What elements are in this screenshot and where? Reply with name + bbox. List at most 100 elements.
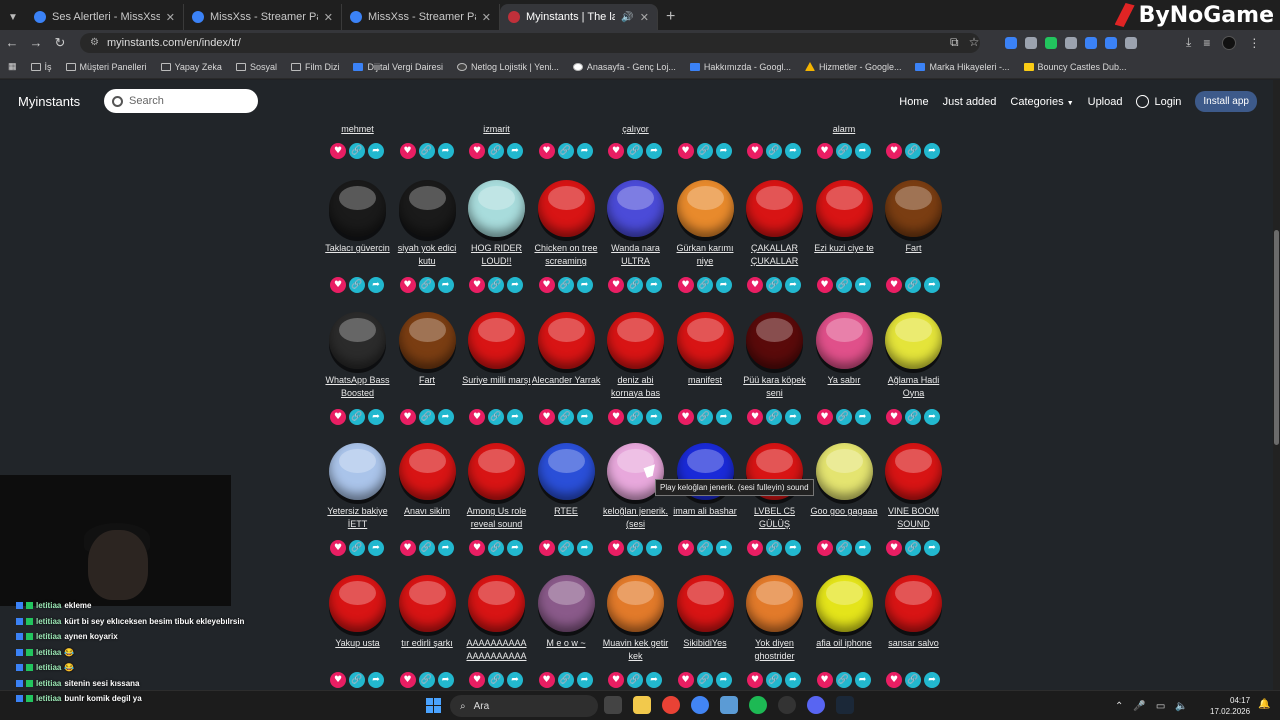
microphone-icon[interactable]: 🎤 bbox=[1133, 701, 1145, 712]
notification-bell-icon[interactable]: 🔔 bbox=[1258, 699, 1270, 710]
instant-title[interactable]: mehmet bbox=[323, 123, 392, 136]
share-icon[interactable]: ➦ bbox=[507, 143, 523, 159]
link-icon[interactable]: 🔗 bbox=[349, 143, 365, 159]
heart-icon[interactable]: ♥ bbox=[886, 408, 902, 425]
heart-icon[interactable]: ♥ bbox=[538, 671, 555, 688]
play-sound-button[interactable] bbox=[468, 574, 525, 632]
bookmark-folder-musteri[interactable]: Müşteri Panelleri bbox=[65, 62, 147, 72]
share-icon[interactable]: ➦ bbox=[368, 540, 384, 556]
play-sound-button[interactable] bbox=[537, 311, 595, 369]
play-sound-button[interactable] bbox=[329, 180, 386, 237]
instant-title[interactable]: Anavı sikim bbox=[393, 505, 462, 531]
menu-icon[interactable]: ⋮ bbox=[1248, 36, 1260, 50]
share-icon[interactable]: ➦ bbox=[646, 143, 662, 159]
nav-login[interactable]: Login bbox=[1136, 95, 1181, 108]
install-icon[interactable]: ⧉ bbox=[950, 35, 959, 50]
download-icon[interactable]: ⤓ bbox=[1186, 35, 1191, 50]
play-sound-button[interactable] bbox=[607, 311, 664, 369]
share-icon[interactable]: ➦ bbox=[368, 408, 384, 425]
search-input[interactable] bbox=[129, 95, 249, 107]
link-icon[interactable]: 🔗 bbox=[835, 408, 852, 425]
share-icon[interactable]: ➦ bbox=[437, 671, 454, 688]
instant-title[interactable]: manifest bbox=[671, 374, 740, 400]
steam-icon[interactable] bbox=[836, 696, 854, 714]
play-sound-button[interactable] bbox=[329, 443, 386, 500]
new-tab-button[interactable]: + bbox=[658, 4, 683, 30]
instant-title[interactable]: deniz abi kornaya bas bbox=[601, 374, 670, 400]
speaker-icon[interactable]: 🔊 bbox=[621, 12, 633, 23]
heart-icon[interactable]: ♥ bbox=[469, 143, 485, 159]
share-icon[interactable]: ➦ bbox=[646, 408, 662, 425]
extension-icon[interactable] bbox=[1085, 36, 1097, 49]
heart-icon[interactable]: ♥ bbox=[677, 277, 694, 293]
bookmark-netlog[interactable]: Netlog Lojistik | Yeni... bbox=[456, 62, 559, 72]
share-icon[interactable]: ➦ bbox=[507, 671, 523, 688]
chevron-up-icon[interactable]: ⌃ bbox=[1115, 701, 1123, 712]
bookmark-vergi[interactable]: Dijital Vergi Dairesi bbox=[353, 62, 443, 72]
extension-icon[interactable] bbox=[1025, 36, 1037, 49]
page-scrollbar[interactable] bbox=[1273, 80, 1280, 690]
instant-title[interactable] bbox=[879, 123, 948, 136]
share-icon[interactable]: ➦ bbox=[507, 540, 523, 556]
app-icon[interactable] bbox=[720, 696, 738, 714]
bookmark-hizmetler[interactable]: Hizmetler - Google... bbox=[804, 62, 901, 72]
instant-title[interactable]: Among Us role reveal sound bbox=[462, 505, 531, 531]
play-sound-button[interactable] bbox=[676, 180, 734, 237]
profile-avatar[interactable] bbox=[1222, 35, 1237, 50]
bookmark-bouncy[interactable]: Bouncy Castles Dub... bbox=[1023, 62, 1127, 72]
instant-title[interactable] bbox=[532, 123, 601, 136]
share-icon[interactable]: ➦ bbox=[715, 408, 732, 425]
discord-icon[interactable] bbox=[807, 696, 825, 714]
share-icon[interactable]: ➦ bbox=[854, 408, 871, 425]
play-sound-button[interactable] bbox=[537, 443, 595, 500]
nav-upload[interactable]: Upload bbox=[1088, 96, 1123, 108]
bookmark-folder-sosyal[interactable]: Sosyal bbox=[235, 62, 277, 72]
link-icon[interactable]: 🔗 bbox=[488, 143, 504, 159]
share-icon[interactable]: ➦ bbox=[437, 540, 454, 556]
heart-icon[interactable]: ♥ bbox=[747, 540, 763, 556]
heart-icon[interactable]: ♥ bbox=[747, 671, 763, 688]
share-icon[interactable]: ➦ bbox=[646, 671, 662, 688]
play-sound-button[interactable] bbox=[815, 311, 873, 369]
instant-title[interactable]: çalıyor bbox=[601, 123, 670, 136]
heart-icon[interactable]: ♥ bbox=[399, 408, 416, 425]
heart-icon[interactable]: ♥ bbox=[608, 143, 624, 159]
link-icon[interactable]: 🔗 bbox=[627, 540, 643, 556]
heart-icon[interactable]: ♥ bbox=[747, 408, 763, 425]
link-icon[interactable]: 🔗 bbox=[349, 671, 365, 688]
link-icon[interactable]: 🔗 bbox=[349, 277, 365, 293]
bookmark-anasayfa[interactable]: Anasayfa - Genç Loj... bbox=[572, 62, 676, 72]
instant-title[interactable]: M e o w ~ bbox=[532, 637, 601, 663]
instant-title[interactable]: alarm bbox=[810, 123, 879, 136]
share-icon[interactable]: ➦ bbox=[924, 671, 940, 688]
instant-title[interactable] bbox=[671, 123, 740, 136]
link-icon[interactable]: 🔗 bbox=[557, 540, 574, 556]
share-icon[interactable]: ➦ bbox=[368, 143, 384, 159]
apps-grid-icon[interactable]: ▦ bbox=[8, 61, 17, 72]
instant-title[interactable]: Ya sabır bbox=[810, 374, 879, 400]
share-icon[interactable]: ➦ bbox=[924, 540, 940, 556]
heart-icon[interactable]: ♥ bbox=[469, 408, 485, 425]
share-icon[interactable]: ➦ bbox=[437, 408, 454, 425]
extension-icon[interactable] bbox=[1065, 36, 1077, 49]
link-icon[interactable]: 🔗 bbox=[835, 540, 852, 556]
link-icon[interactable]: 🔗 bbox=[349, 540, 365, 556]
instant-title[interactable]: imam ali bashar bbox=[671, 505, 740, 531]
share-icon[interactable]: ➦ bbox=[854, 540, 871, 556]
share-icon[interactable]: ➦ bbox=[715, 277, 732, 293]
heart-icon[interactable]: ♥ bbox=[399, 277, 416, 293]
share-icon[interactable]: ➦ bbox=[924, 277, 940, 293]
share-icon[interactable]: ➦ bbox=[715, 671, 732, 688]
heart-icon[interactable]: ♥ bbox=[330, 277, 346, 293]
heart-icon[interactable]: ♥ bbox=[399, 540, 416, 556]
heart-icon[interactable]: ♥ bbox=[816, 540, 833, 556]
play-sound-button[interactable] bbox=[885, 443, 942, 500]
play-sound-button[interactable] bbox=[746, 574, 803, 632]
play-sound-button[interactable] bbox=[398, 443, 456, 500]
heart-icon[interactable]: ♥ bbox=[538, 540, 555, 556]
link-icon[interactable]: 🔗 bbox=[627, 277, 643, 293]
share-icon[interactable]: ➦ bbox=[854, 143, 871, 159]
play-sound-button[interactable] bbox=[537, 574, 595, 632]
link-icon[interactable]: 🔗 bbox=[418, 408, 435, 425]
link-icon[interactable]: 🔗 bbox=[627, 671, 643, 688]
